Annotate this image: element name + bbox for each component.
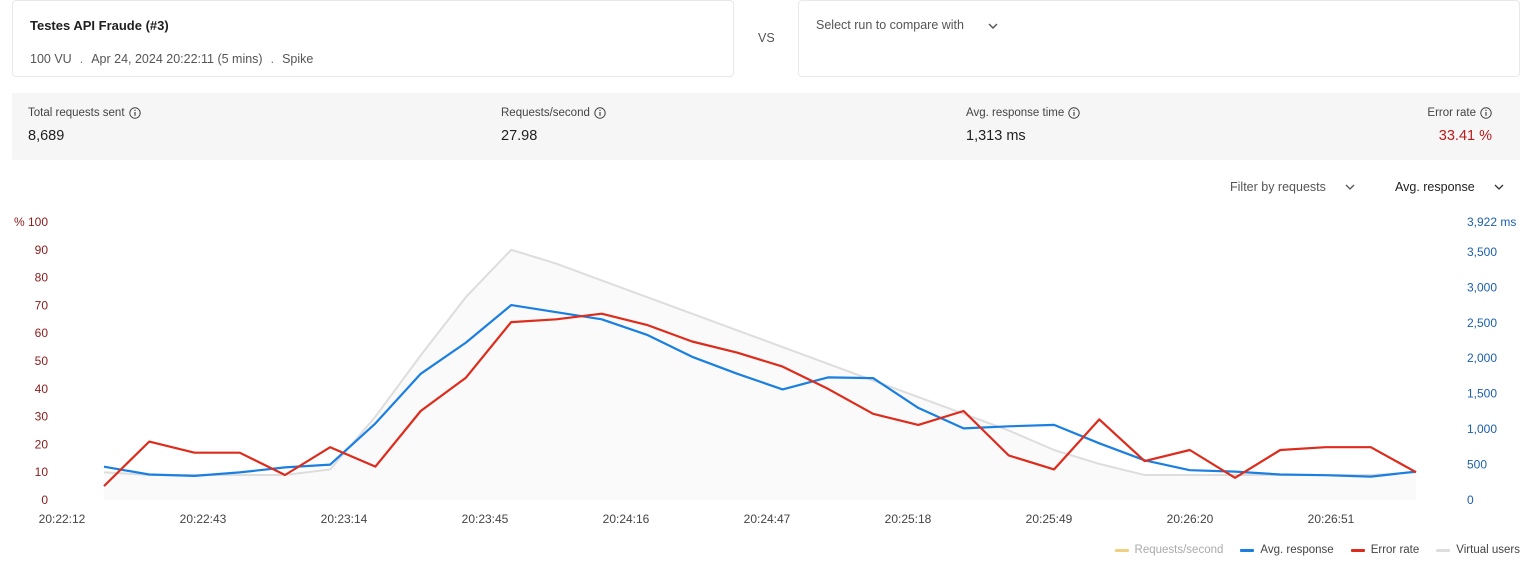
run-vus: 100 VU <box>30 52 72 66</box>
metric-dropdown[interactable]: Avg. response <box>1395 180 1505 194</box>
legend-swatch <box>1350 548 1365 552</box>
right-axis-tick: 2,000 <box>1467 351 1497 365</box>
run-scenario: Spike <box>282 52 314 66</box>
stat-label: Error rate <box>1427 107 1476 119</box>
x-axis-tick: 20:22:12 <box>39 512 86 526</box>
right-axis-top-label: 3,922 ms <box>1467 215 1516 229</box>
virtual-users-area <box>104 249 1416 500</box>
left-axis-tick: 10 <box>35 465 49 479</box>
right-axis-tick: 1,000 <box>1467 422 1497 436</box>
info-icon[interactable] <box>594 107 606 119</box>
vs-label: VS <box>758 31 775 45</box>
stat-value: 1,313 ms <box>966 128 1026 144</box>
x-axis-tick: 20:26:20 <box>1167 512 1214 526</box>
compare-run-placeholder: Select run to compare with <box>816 18 964 32</box>
left-axis: 0 10 20 30 40 50 60 70 80 90 % 100 <box>14 215 48 507</box>
dropdown-label: Avg. response <box>1395 180 1475 194</box>
run-title: Testes API Fraude (#3) <box>30 18 169 33</box>
stat-error-rate: Error rate 33.41 % <box>1427 107 1492 144</box>
meta-separator: . <box>270 52 275 66</box>
x-axis-tick: 20:24:16 <box>603 512 650 526</box>
x-axis-tick: 20:23:14 <box>321 512 368 526</box>
x-axis-tick: 20:25:18 <box>885 512 932 526</box>
legend-item-avg-response[interactable]: Avg. response <box>1240 544 1334 556</box>
legend-label: Requests/second <box>1134 544 1224 556</box>
run-date: Apr 24, 2024 20:22:11 (5 mins) <box>91 52 263 66</box>
x-axis-tick: 20:24:47 <box>744 512 791 526</box>
x-axis-tick: 20:23:45 <box>462 512 509 526</box>
right-axis-tick: 2,500 <box>1467 316 1497 330</box>
info-icon[interactable] <box>128 107 141 119</box>
legend-item-virtual-users[interactable]: Virtual users <box>1436 544 1520 556</box>
legend-item-requests-second[interactable]: Requests/second <box>1114 544 1224 556</box>
chevron-down-icon <box>988 23 998 29</box>
dropdown-label: Filter by requests <box>1230 180 1326 194</box>
stat-value: 8,689 <box>28 128 65 144</box>
stat-avg-response-time: Avg. response time 1,313 ms <box>966 107 1080 144</box>
left-axis-tick: 50 <box>35 354 49 368</box>
left-axis-tick: 0 <box>41 493 48 507</box>
right-axis: 0 500 1,000 1,500 2,000 2,500 3,000 3,500 3,922 … <box>1467 215 1516 507</box>
meta-separator: . <box>79 52 84 66</box>
stats-panel: Total requests sent 8,689 Requests/secon… <box>12 93 1520 160</box>
stat-value: 27.98 <box>501 128 538 144</box>
legend-label: Virtual users <box>1456 544 1520 556</box>
stat-requests-per-second: Requests/second 27.98 <box>501 107 606 144</box>
right-axis-tick: 3,500 <box>1467 245 1497 259</box>
right-axis-tick: 3,000 <box>1467 280 1497 294</box>
stat-total-requests: Total requests sent 8,689 <box>28 107 141 144</box>
x-axis-tick: 20:22:43 <box>180 512 227 526</box>
legend-swatch <box>1240 548 1255 552</box>
info-icon[interactable] <box>1480 107 1492 119</box>
right-axis-tick: 0 <box>1467 493 1474 507</box>
stat-label: Avg. response time <box>966 107 1065 119</box>
chevron-down-icon <box>1345 184 1355 190</box>
stat-label: Total requests sent <box>28 107 125 119</box>
x-axis-tick: 20:25:49 <box>1026 512 1073 526</box>
chart-legend: Requests/second Avg. response Error rate Vi… <box>1114 544 1520 556</box>
left-axis-tick: 40 <box>35 382 49 396</box>
series-layer <box>103 248 1417 500</box>
run-info-card: Testes API Fraude (#3) 100 VU. Apr 24, 20… <box>12 0 734 77</box>
left-axis-tick: 30 <box>35 410 49 424</box>
chevron-down-icon <box>1494 184 1504 190</box>
left-axis-tick: 20 <box>35 437 49 451</box>
legend-label: Avg. response <box>1260 544 1334 556</box>
right-axis-tick: 1,500 <box>1467 387 1497 401</box>
compare-run-select[interactable]: Select run to compare with <box>798 0 1520 77</box>
info-icon[interactable] <box>1068 107 1080 119</box>
legend-swatch <box>1114 548 1129 552</box>
stat-label: Requests/second <box>501 107 590 119</box>
left-axis-tick: 70 <box>35 298 49 312</box>
stat-value: 33.41 % <box>1438 128 1492 144</box>
legend-label: Error rate <box>1370 544 1420 556</box>
run-meta: 100 VU. Apr 24, 2024 20:22:11 (5 mins). Sp… <box>30 52 313 66</box>
x-axis-tick: 20:26:51 <box>1308 512 1355 526</box>
left-axis-tick: 90 <box>35 243 49 257</box>
performance-chart[interactable]: 0 10 20 30 40 50 60 70 80 90 % 100 0 500 1,000 1,500 2… <box>0 205 1536 535</box>
legend-swatch <box>1436 548 1451 552</box>
legend-item-error-rate[interactable]: Error rate <box>1350 544 1420 556</box>
filter-by-requests-dropdown[interactable]: Filter by requests <box>1230 180 1356 194</box>
right-axis-tick: 500 <box>1467 458 1487 472</box>
left-axis-tick: 80 <box>35 271 49 285</box>
left-axis-top-label: % 100 <box>14 215 48 229</box>
left-axis-tick: 60 <box>35 326 49 340</box>
x-axis: 20:22:12 20:22:43 20:23:14 20:23:45 20:24:16… <box>39 512 1355 526</box>
